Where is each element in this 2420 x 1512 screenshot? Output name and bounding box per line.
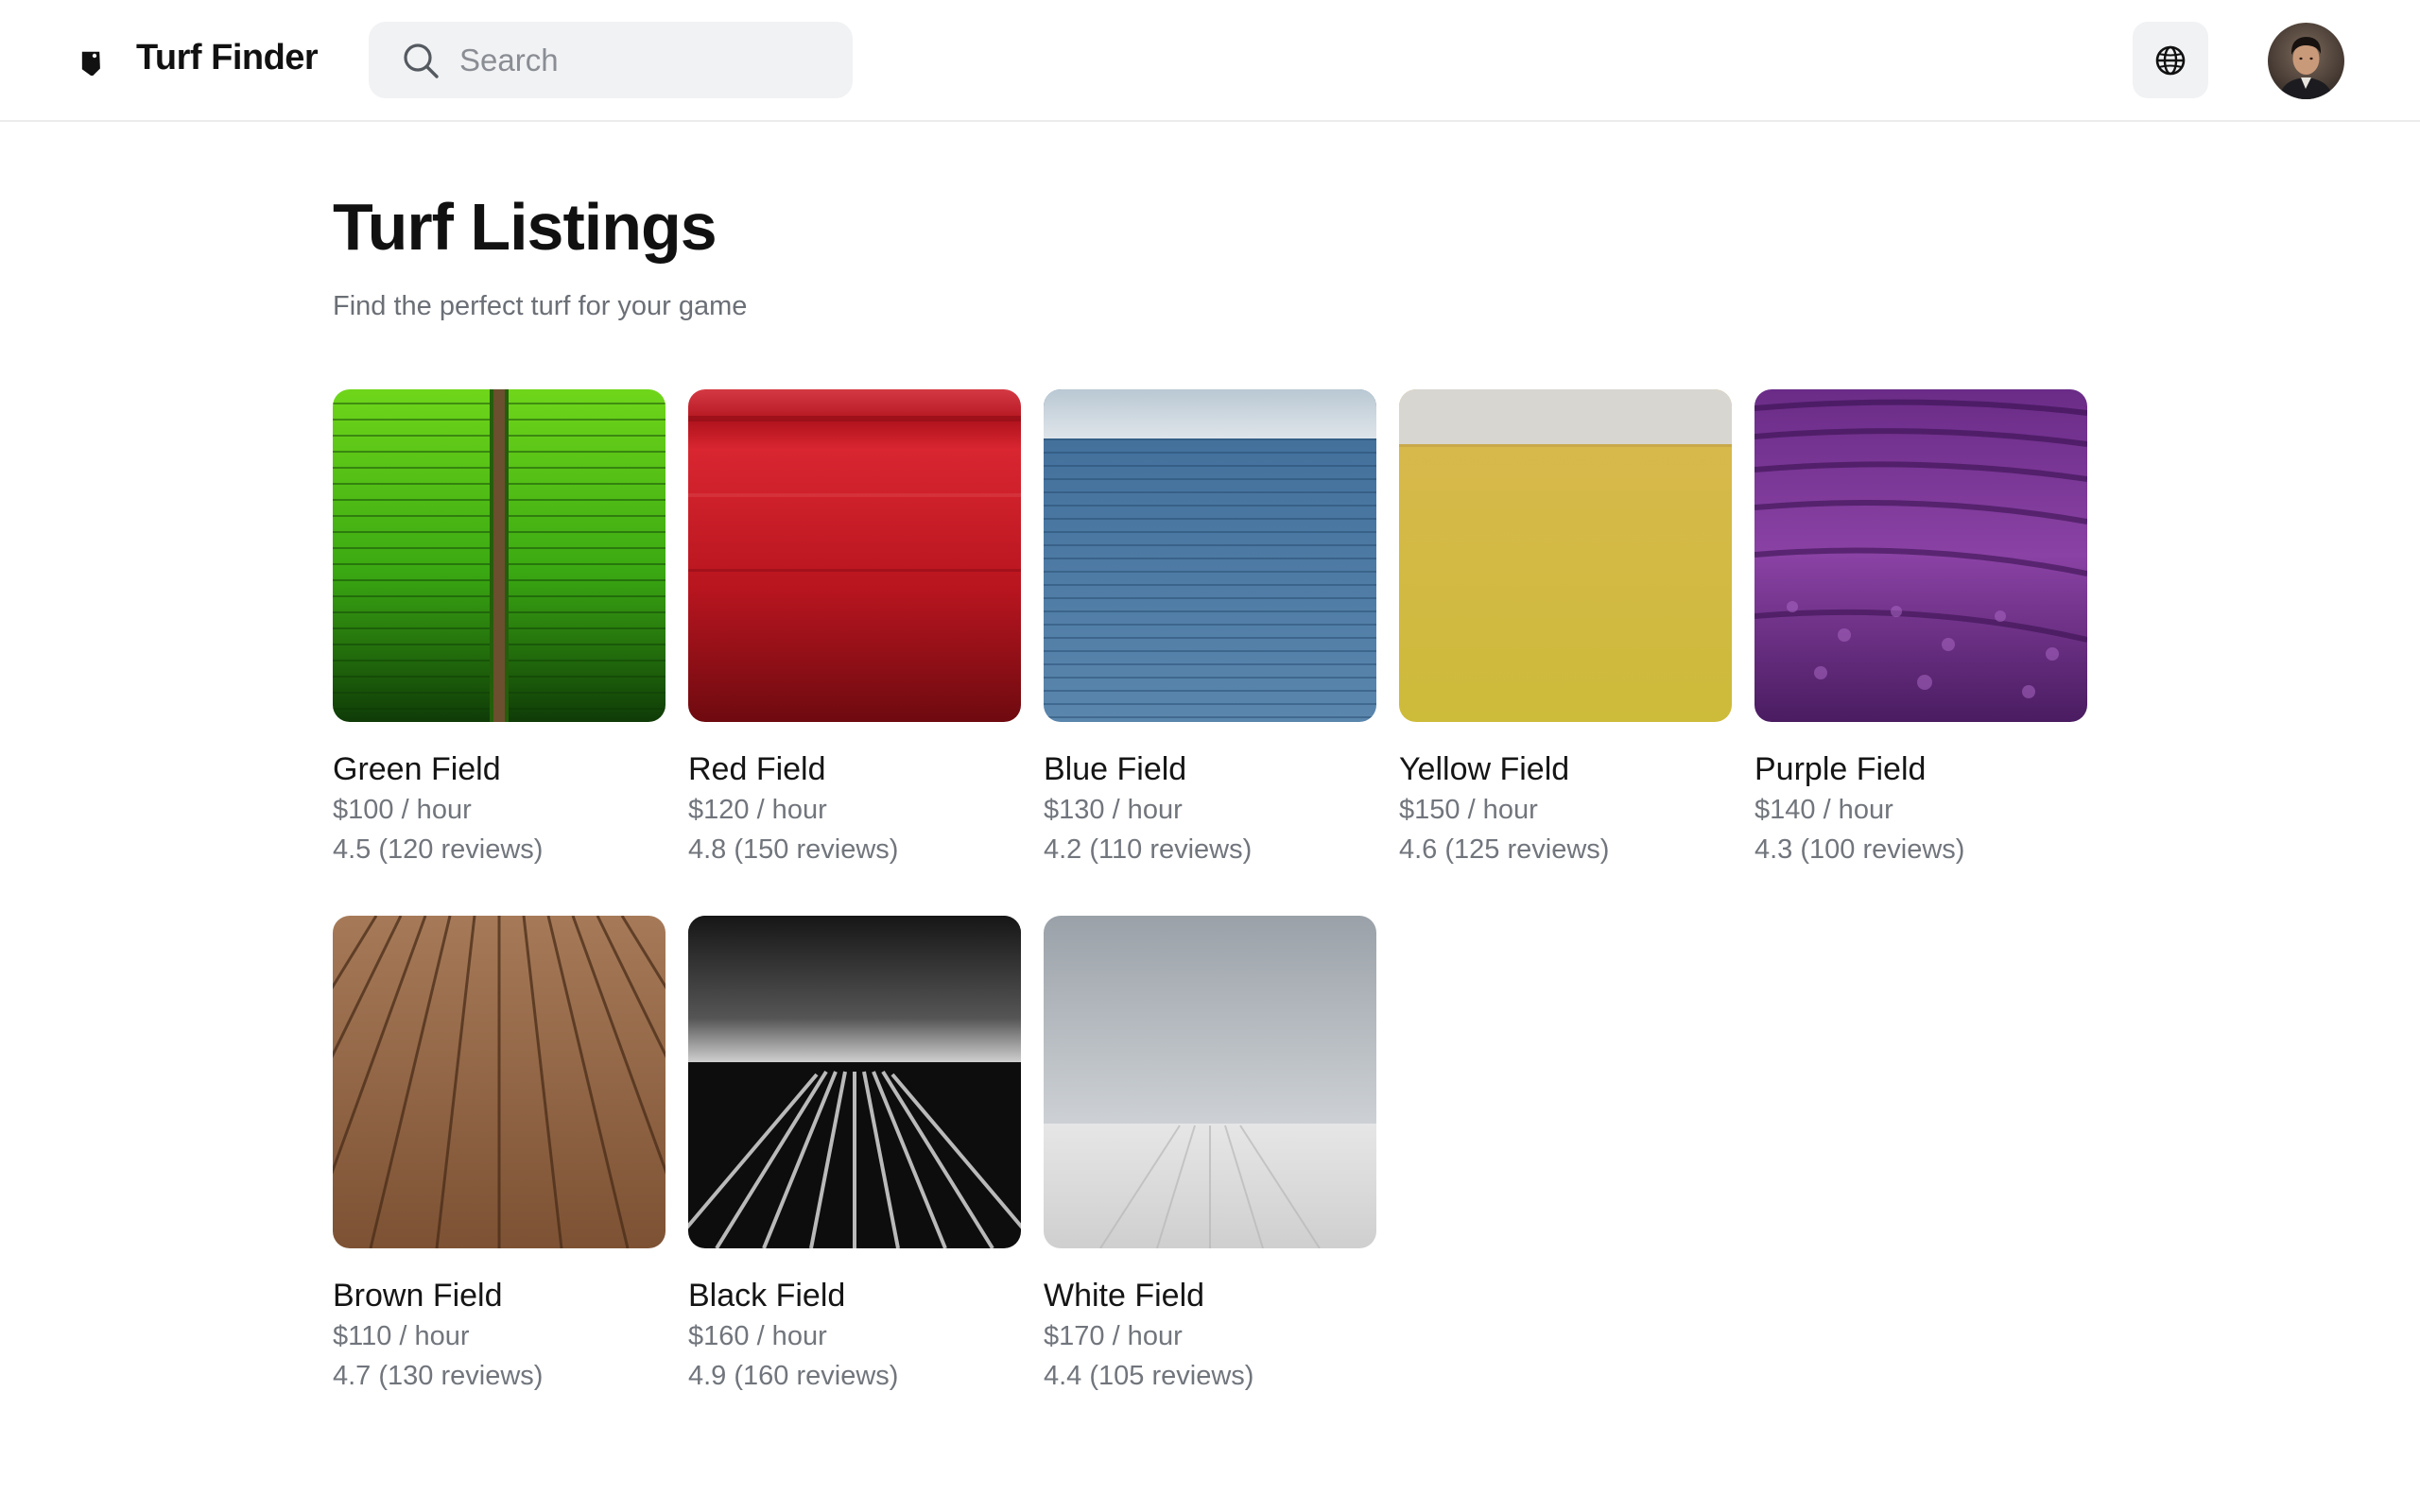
- listing-name: Yellow Field: [1399, 751, 1570, 787]
- listing-rating: 4.6 (125 reviews): [1399, 834, 1610, 865]
- listing-image[interactable]: [688, 916, 1021, 1248]
- listing-name: Purple Field: [1754, 751, 1927, 787]
- listing-rating: 4.3 (100 reviews): [1754, 834, 1965, 865]
- tag-icon: [81, 51, 100, 76]
- listing-image[interactable]: [1044, 389, 1376, 722]
- listing-price: $130 / hour: [1044, 795, 1183, 825]
- page-subtitle: Find the perfect turf for your game: [333, 291, 748, 321]
- listing-image[interactable]: [688, 389, 1021, 722]
- listing-card[interactable]: Brown Field $110 / hour 4.7 (130 reviews…: [333, 916, 666, 1400]
- listing-image[interactable]: [1399, 389, 1732, 722]
- listing-rating: 4.8 (150 reviews): [688, 834, 899, 865]
- listing-card[interactable]: Black Field $160 / hour 4.9 (160 reviews…: [688, 916, 1021, 1400]
- listing-card[interactable]: Yellow Field $150 / hour 4.6 (125 review…: [1399, 389, 1732, 873]
- listing-price: $170 / hour: [1044, 1321, 1183, 1351]
- listing-image[interactable]: [333, 389, 666, 722]
- search-bar[interactable]: [369, 22, 853, 98]
- listing-rating: 4.4 (105 reviews): [1044, 1361, 1254, 1391]
- search-icon: [404, 43, 439, 78]
- listing-card[interactable]: Red Field $120 / hour 4.8 (150 reviews): [688, 389, 1021, 873]
- listing-card[interactable]: Blue Field $130 / hour 4.2 (110 reviews): [1044, 389, 1376, 873]
- listing-price: $120 / hour: [688, 795, 827, 825]
- listing-name: Brown Field: [333, 1278, 503, 1314]
- top-bar: Turf Finder: [0, 0, 2420, 122]
- listing-rating: 4.5 (120 reviews): [333, 834, 544, 865]
- page-title: Turf Listings: [333, 190, 717, 264]
- listing-name: White Field: [1044, 1278, 1205, 1314]
- listing-image[interactable]: [1754, 389, 2087, 722]
- listing-name: Green Field: [333, 751, 501, 787]
- listing-price: $140 / hour: [1754, 795, 1893, 825]
- listing-name: Black Field: [688, 1278, 846, 1314]
- listing-name: Blue Field: [1044, 751, 1187, 787]
- listings-grid: Green Field $100 / hour 4.5 (120 reviews…: [333, 389, 2091, 1400]
- listing-price: $150 / hour: [1399, 795, 1538, 825]
- listing-price: $110 / hour: [333, 1321, 470, 1351]
- listing-rating: 4.2 (110 reviews): [1044, 834, 1253, 865]
- listing-rating: 4.7 (130 reviews): [333, 1361, 544, 1391]
- listing-card[interactable]: Green Field $100 / hour 4.5 (120 reviews…: [333, 389, 666, 873]
- avatar[interactable]: [2268, 23, 2344, 99]
- brand-name[interactable]: Turf Finder: [136, 38, 319, 78]
- listing-name: Red Field: [688, 751, 826, 787]
- language-button[interactable]: [2133, 22, 2208, 98]
- search-input[interactable]: [459, 22, 838, 98]
- listing-card[interactable]: Purple Field $140 / hour 4.3 (100 review…: [1754, 389, 2087, 873]
- listing-rating: 4.9 (160 reviews): [688, 1361, 899, 1391]
- listing-price: $160 / hour: [688, 1321, 827, 1351]
- listing-image[interactable]: [1044, 916, 1376, 1248]
- globe-icon: [2155, 45, 2186, 75]
- listing-image[interactable]: [333, 916, 666, 1248]
- listing-price: $100 / hour: [333, 795, 472, 825]
- listing-card[interactable]: White Field $170 / hour 4.4 (105 reviews…: [1044, 916, 1376, 1400]
